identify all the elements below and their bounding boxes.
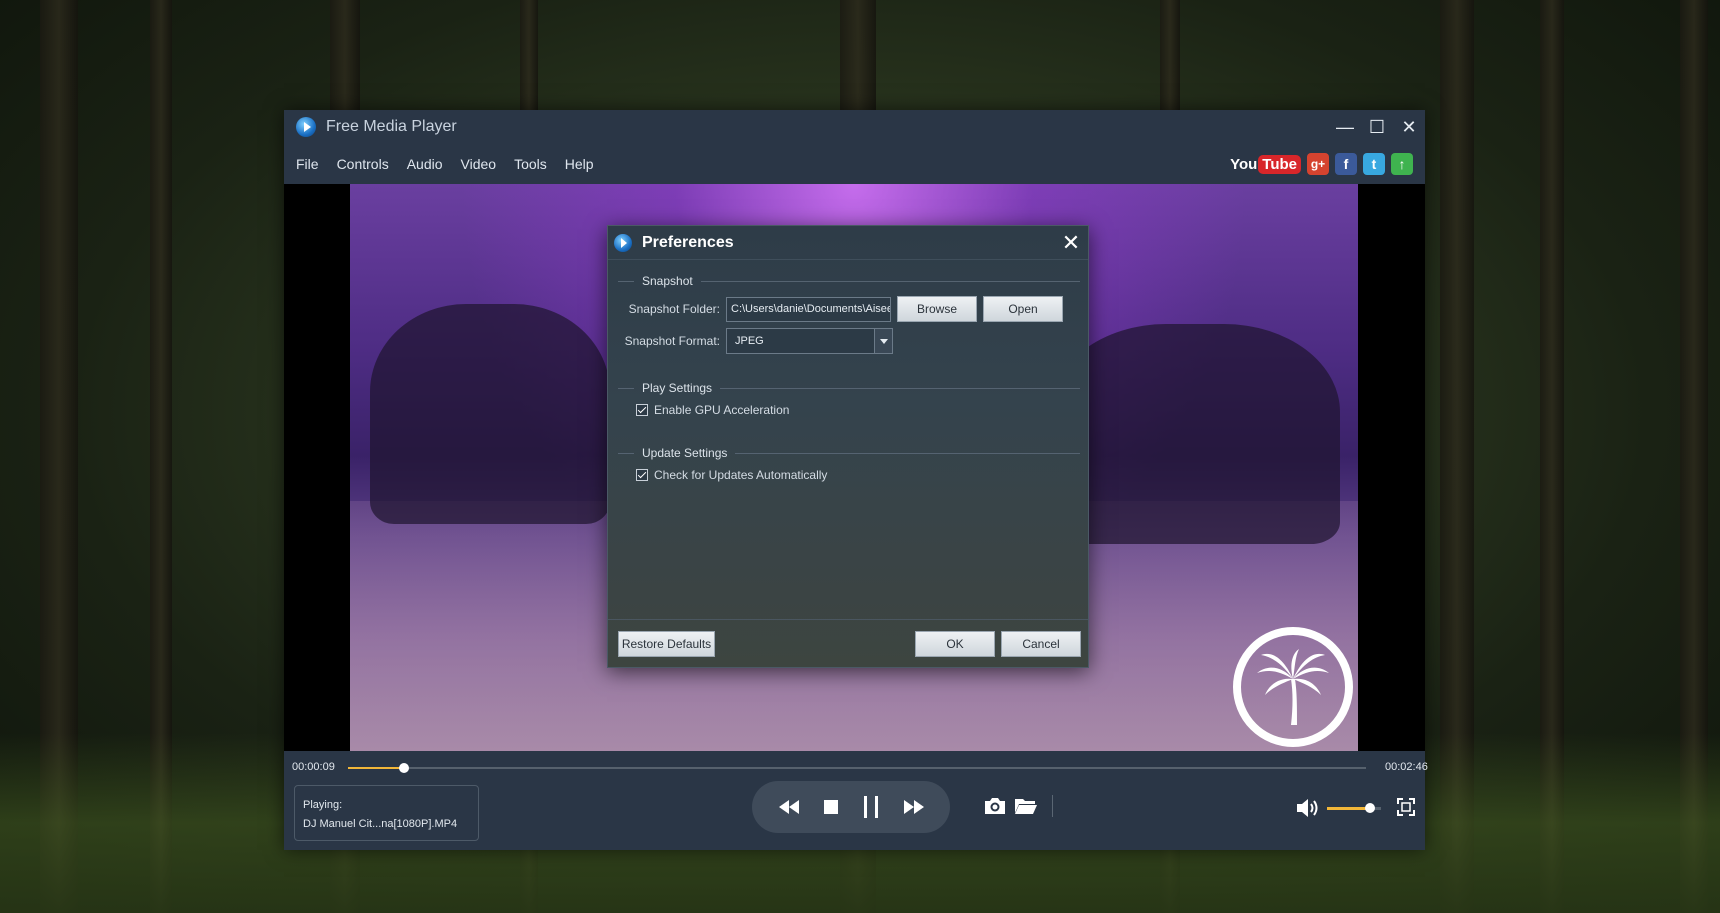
cancel-button[interactable]: Cancel bbox=[1001, 631, 1081, 657]
snapshot-folder-input[interactable]: C:\Users\danie\Documents\Aiseesoft Studi… bbox=[726, 296, 891, 322]
toolbar-divider bbox=[1052, 795, 1053, 817]
dialog-logo-icon bbox=[614, 233, 632, 252]
restore-defaults-button[interactable]: Restore Defaults bbox=[618, 631, 715, 657]
dialog-close-button[interactable]: ✕ bbox=[1054, 226, 1088, 260]
seek-bar[interactable] bbox=[348, 763, 1366, 773]
auto-update-label: Check for Updates Automatically bbox=[654, 468, 828, 482]
menu-controls[interactable]: Controls bbox=[337, 156, 389, 172]
stop-icon[interactable] bbox=[823, 800, 838, 814]
gpu-acceleration-label: Enable GPU Acceleration bbox=[654, 403, 790, 417]
seek-progress bbox=[348, 767, 404, 769]
maximize-button[interactable]: ☐ bbox=[1361, 110, 1393, 144]
menu-tools[interactable]: Tools bbox=[514, 156, 547, 172]
youtube-icon[interactable]: You Tube bbox=[1230, 154, 1301, 174]
transport-controls bbox=[752, 781, 950, 833]
volume-slider[interactable] bbox=[1327, 803, 1381, 813]
twitter-icon[interactable]: t bbox=[1363, 153, 1385, 175]
total-time: 00:02:46 bbox=[1385, 761, 1428, 773]
palm-watermark-icon bbox=[1233, 627, 1353, 747]
gpu-acceleration-checkbox[interactable] bbox=[636, 404, 648, 416]
snapshot-format-label: Snapshot Format: bbox=[624, 334, 720, 348]
youtube-you-text: You bbox=[1230, 155, 1258, 173]
upload-icon[interactable]: ↑ bbox=[1391, 153, 1413, 175]
menu-video[interactable]: Video bbox=[461, 156, 497, 172]
playing-label: Playing: bbox=[303, 799, 343, 811]
seek-handle[interactable] bbox=[398, 763, 409, 773]
social-links: You Tube g+ f t ↑ bbox=[1230, 153, 1425, 175]
dialog-header: Preferences ✕ bbox=[608, 226, 1088, 260]
camera-icon[interactable] bbox=[983, 796, 1007, 821]
play-settings-section: Play Settings Enable GPU Acceleration bbox=[618, 381, 1080, 417]
minimize-button[interactable]: — bbox=[1329, 110, 1361, 144]
volume-level bbox=[1327, 807, 1371, 810]
title-bar: Free Media Player — ☐ ✕ bbox=[284, 110, 1425, 144]
dialog-footer: Restore Defaults OK Cancel bbox=[608, 619, 1088, 667]
browse-button[interactable]: Browse bbox=[897, 296, 977, 322]
volume-handle[interactable] bbox=[1365, 803, 1376, 813]
pause-icon[interactable] bbox=[863, 796, 879, 818]
snapshot-format-select[interactable]: JPEG bbox=[726, 328, 893, 354]
control-bar: 00:00:09 00:02:46 Playing: DJ Manuel Cit… bbox=[284, 751, 1428, 850]
close-button[interactable]: ✕ bbox=[1393, 110, 1425, 144]
snapshot-section: Snapshot Snapshot Folder: C:\Users\danie… bbox=[618, 274, 1080, 354]
folder-icon[interactable] bbox=[1014, 796, 1038, 821]
open-button[interactable]: Open bbox=[983, 296, 1063, 322]
snapshot-format-value: JPEG bbox=[735, 335, 764, 347]
current-time: 00:00:09 bbox=[292, 761, 335, 773]
google-plus-icon[interactable]: g+ bbox=[1307, 153, 1329, 175]
playing-file-name: DJ Manuel Cit...na[1080P].MP4 bbox=[303, 818, 458, 830]
menu-audio[interactable]: Audio bbox=[407, 156, 443, 172]
window-controls: — ☐ ✕ bbox=[1329, 110, 1425, 144]
ok-button[interactable]: OK bbox=[915, 631, 995, 657]
volume-icon[interactable] bbox=[1296, 798, 1322, 823]
dialog-title: Preferences bbox=[642, 233, 734, 251]
preferences-dialog: Preferences ✕ Snapshot Snapshot Folder: … bbox=[607, 225, 1089, 668]
fast-forward-icon[interactable] bbox=[903, 800, 924, 814]
youtube-tube-text: Tube bbox=[1258, 154, 1301, 174]
menu-help[interactable]: Help bbox=[565, 156, 594, 172]
facebook-icon[interactable]: f bbox=[1335, 153, 1357, 175]
now-playing-box: Playing: DJ Manuel Cit...na[1080P].MP4 bbox=[294, 785, 479, 841]
menu-file[interactable]: File bbox=[296, 156, 319, 172]
fullscreen-icon[interactable] bbox=[1397, 798, 1415, 821]
snapshot-folder-label: Snapshot Folder: bbox=[628, 302, 720, 316]
auto-update-checkbox[interactable] bbox=[636, 469, 648, 481]
window-title: Free Media Player bbox=[326, 118, 457, 135]
menu-bar: File Controls Audio Video Tools Help You… bbox=[284, 144, 1425, 184]
update-settings-section: Update Settings Check for Updates Automa… bbox=[618, 446, 1080, 482]
app-logo-icon bbox=[296, 117, 316, 137]
rewind-icon[interactable] bbox=[778, 800, 799, 814]
chevron-down-icon[interactable] bbox=[874, 329, 892, 353]
update-settings-title: Update Settings bbox=[618, 446, 1080, 460]
snapshot-section-title: Snapshot bbox=[618, 274, 1080, 288]
play-settings-title: Play Settings bbox=[618, 381, 1080, 395]
